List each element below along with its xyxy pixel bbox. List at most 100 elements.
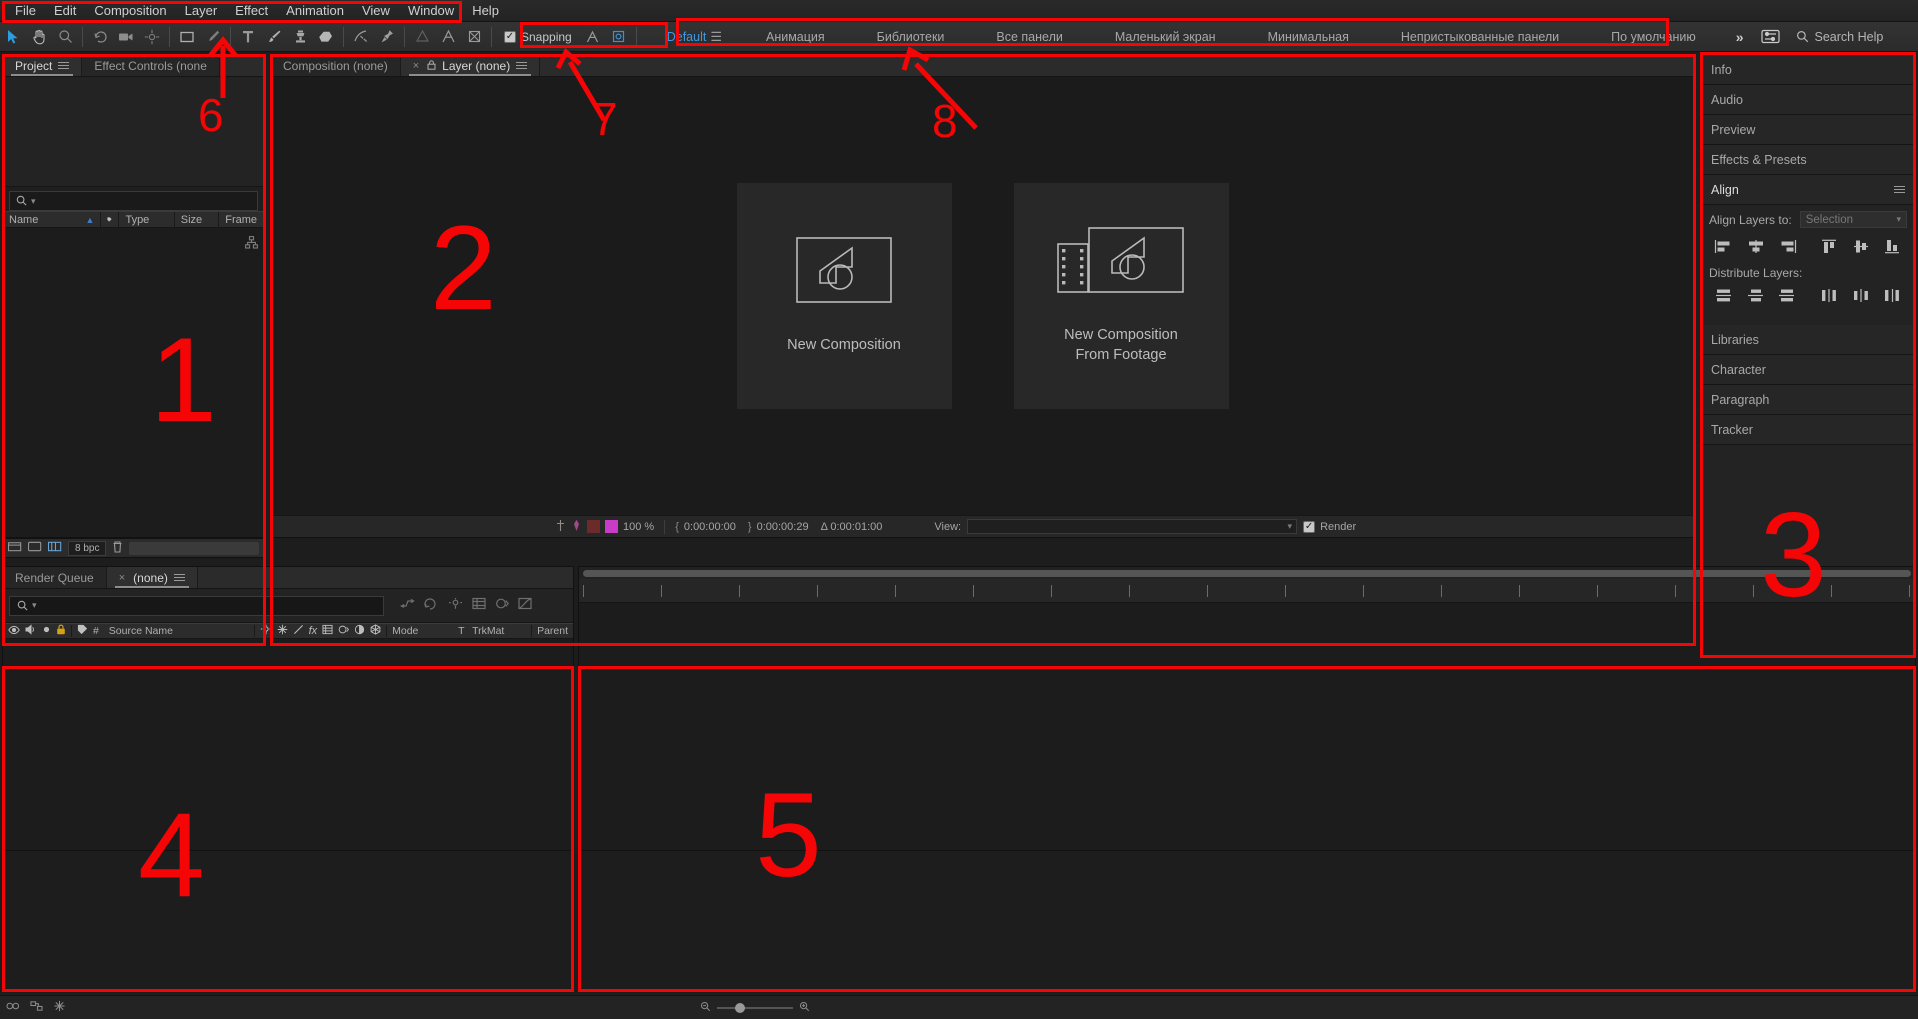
tab-layer-close-icon[interactable]: ×	[413, 60, 419, 72]
background-color-swatch[interactable]	[587, 520, 600, 533]
motion-blur-switch-icon[interactable]	[338, 624, 350, 638]
tab-effect-controls[interactable]: Effect Controls (none	[82, 55, 220, 76]
menu-item-window[interactable]: Window	[399, 1, 463, 21]
new-composition-from-footage-button[interactable]: New Composition From Footage	[1013, 183, 1229, 409]
search-help[interactable]: Search Help	[1790, 30, 1883, 44]
menu-item-help[interactable]: Help	[463, 1, 508, 21]
new-folder-icon[interactable]	[8, 541, 22, 555]
toggle-transparency-icon[interactable]	[571, 519, 582, 535]
timeline-ruler[interactable]	[579, 579, 1915, 603]
workspace-small-screen[interactable]: Маленький экран	[1089, 30, 1242, 44]
distribute-bottom-icon[interactable]	[1772, 285, 1802, 305]
column-type[interactable]: Type	[119, 212, 175, 227]
motion-blur-status-icon[interactable]	[53, 999, 66, 1017]
sidebar-item-paragraph[interactable]: Paragraph	[1701, 385, 1915, 415]
timeline-scroll-thumb[interactable]	[583, 569, 1911, 577]
graph-editor-icon[interactable]	[518, 597, 532, 615]
three-d-layer-icon[interactable]	[370, 624, 381, 638]
sidebar-item-tracker[interactable]: Tracker	[1701, 415, 1915, 445]
adjustment-layer-icon[interactable]	[354, 624, 365, 638]
toggle-alpha-icon[interactable]	[555, 519, 566, 535]
bit-depth-label[interactable]: 8 bpc	[68, 540, 107, 556]
distribute-right-icon[interactable]	[1877, 285, 1907, 305]
column-frame[interactable]: Frame	[219, 212, 264, 227]
column-size[interactable]: Size	[175, 212, 220, 227]
mask-tool-icon[interactable]	[409, 25, 435, 49]
eraser-tool-icon[interactable]	[313, 25, 339, 49]
roto-brush-tool-icon[interactable]	[348, 25, 374, 49]
toggle-switches-modes-icon[interactable]	[6, 999, 20, 1017]
menu-item-file[interactable]: File	[6, 1, 45, 21]
snap-align-icon[interactable]	[435, 25, 461, 49]
new-comp-icon[interactable]	[28, 541, 42, 555]
render-checkbox[interactable]: ✓	[1303, 520, 1316, 533]
lock-layer-icon[interactable]	[56, 624, 66, 638]
layer-number-header[interactable]: #	[93, 625, 99, 637]
project-hierarchy-icon[interactable]	[245, 236, 258, 254]
rotation-tool-icon[interactable]	[87, 25, 113, 49]
workspace-menu-icon[interactable]: ☰	[710, 29, 740, 45]
lock-icon[interactable]	[427, 59, 436, 73]
tab-layer[interactable]: × Layer (none)	[400, 55, 541, 76]
align-target-select[interactable]: Selection ▾	[1799, 211, 1907, 228]
tab-timeline-none[interactable]: × (none)	[106, 567, 198, 588]
sidebar-item-effects-presets[interactable]: Effects & Presets	[1701, 145, 1915, 175]
shape-tool-icon[interactable]	[174, 25, 200, 49]
composition-panel-menu-icon[interactable]	[516, 60, 528, 71]
distribute-vertical-center-icon[interactable]	[1741, 285, 1771, 305]
sidebar-item-character[interactable]: Character	[1701, 355, 1915, 385]
timeline-tracks-area[interactable]	[579, 603, 1915, 850]
quality-icon[interactable]	[293, 624, 304, 638]
workspace-undocked-panels[interactable]: Непристыкованные панели	[1375, 30, 1585, 44]
workspace-overflow-icon[interactable]: »	[1722, 29, 1758, 45]
project-item-list[interactable]	[3, 228, 264, 537]
sidebar-item-info[interactable]: Info	[1701, 55, 1915, 85]
align-right-icon[interactable]	[1772, 236, 1802, 256]
align-horizontal-center-icon[interactable]	[1741, 236, 1771, 256]
camera-tool-icon[interactable]	[113, 25, 139, 49]
snapping-checkbox[interactable]: ✓	[504, 30, 516, 43]
timeline-panel-menu-icon[interactable]	[173, 572, 185, 583]
t-column[interactable]: T	[453, 624, 467, 638]
comp-mini-flowchart-icon[interactable]	[30, 999, 43, 1017]
new-composition-button[interactable]: New Composition	[736, 183, 952, 409]
delete-icon[interactable]	[112, 540, 123, 556]
color-depth-icon[interactable]	[48, 541, 62, 555]
frame-blending-icon[interactable]	[472, 597, 486, 615]
sidebar-item-align[interactable]: Align	[1701, 175, 1915, 205]
out-point-value[interactable]: 0:00:00:29	[757, 521, 809, 533]
menu-item-view[interactable]: View	[353, 1, 399, 21]
align-vertical-center-icon[interactable]	[1846, 236, 1876, 256]
draft-3d-icon[interactable]	[424, 597, 439, 615]
timeline-zoom-slider[interactable]	[700, 1000, 810, 1016]
zoom-slider-knob[interactable]	[735, 1003, 745, 1013]
selection-tool-icon[interactable]	[0, 25, 26, 49]
distribute-left-icon[interactable]	[1814, 285, 1844, 305]
align-top-icon[interactable]	[1814, 236, 1844, 256]
workspace-animation[interactable]: Анимация	[740, 30, 851, 44]
menu-item-effect[interactable]: Effect	[226, 1, 277, 21]
hide-shy-layers-icon[interactable]	[448, 597, 463, 615]
sidebar-item-audio[interactable]: Audio	[1701, 85, 1915, 115]
clone-stamp-tool-icon[interactable]	[287, 25, 313, 49]
view-select[interactable]: ▾	[967, 519, 1298, 534]
shy-switch-icon[interactable]	[260, 624, 272, 638]
align-panel-menu-icon[interactable]	[1894, 184, 1905, 195]
tab-composition[interactable]: Composition (none)	[271, 55, 401, 76]
eye-icon[interactable]	[8, 625, 20, 638]
snapping-toggle[interactable]: ✓ Snapping	[496, 30, 580, 44]
frame-blend-switch-icon[interactable]	[322, 624, 333, 638]
hand-tool-icon[interactable]	[26, 25, 52, 49]
type-tool-icon[interactable]	[235, 25, 261, 49]
column-name[interactable]: Name ▲	[3, 212, 102, 227]
sidebar-item-libraries[interactable]: Libraries	[1701, 325, 1915, 355]
parent-column[interactable]: Parent	[532, 624, 573, 638]
puppet-pin-tool-icon[interactable]	[374, 25, 400, 49]
mask-color-swatch[interactable]	[605, 520, 618, 533]
sidebar-item-preview[interactable]: Preview	[1701, 115, 1915, 145]
column-label-icon[interactable]	[101, 212, 120, 227]
timeline-layer-list[interactable]	[3, 639, 573, 850]
workspace-by-default[interactable]: По умолчанию	[1585, 30, 1722, 44]
zoom-slider-track[interactable]	[717, 1003, 793, 1013]
menu-item-composition[interactable]: Composition	[85, 1, 175, 21]
